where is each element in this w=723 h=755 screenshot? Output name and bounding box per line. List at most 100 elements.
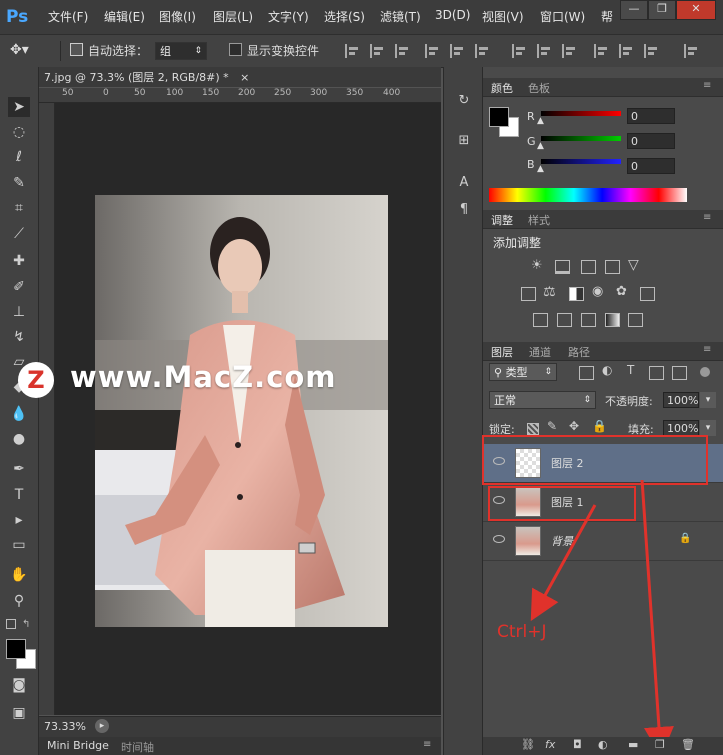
panel-menu-icon[interactable]: ≡ — [703, 344, 711, 355]
threshold-icon[interactable] — [581, 313, 596, 327]
lock-transparent-icon[interactable] — [527, 423, 539, 435]
slider-thumb-icon[interactable]: ▲ — [537, 116, 544, 126]
channel-b-input[interactable]: 0 — [627, 158, 675, 174]
filter-type-icon[interactable]: T — [627, 363, 634, 377]
tab-layers[interactable]: 图层 — [491, 344, 513, 360]
minimize-button[interactable]: — — [620, 0, 648, 20]
pen-tool-icon[interactable]: ✒ — [8, 459, 30, 479]
tab-swatches[interactable]: 色板 — [528, 80, 550, 96]
fill-dropdown-icon[interactable]: ▾ — [700, 420, 716, 436]
dodge-tool-icon[interactable]: ● — [8, 429, 30, 449]
vibrance-icon[interactable]: ▽ — [628, 257, 639, 273]
panel-menu-icon[interactable]: ≡ — [423, 739, 431, 750]
slider-thumb-icon[interactable]: ▲ — [537, 141, 544, 151]
paragraph-icon[interactable]: ¶ — [454, 202, 474, 220]
trash-icon[interactable]: 🗑 — [681, 738, 695, 751]
tab-styles[interactable]: 样式 — [528, 212, 550, 228]
move-tool-icon[interactable]: ✥▾ — [10, 42, 29, 60]
link-layers-icon[interactable]: ⛓ — [521, 738, 535, 751]
color-foreground-swatch[interactable] — [489, 107, 509, 127]
tab-adjustments[interactable]: 调整 — [491, 212, 513, 228]
default-colors-icon[interactable] — [6, 619, 16, 629]
channel-g-slider[interactable] — [541, 136, 621, 141]
tab-color[interactable]: 颜色 — [491, 80, 513, 96]
menu-layer[interactable]: 图层(L) — [213, 8, 253, 26]
show-transform-checkbox[interactable] — [229, 43, 242, 61]
eyedropper-tool-icon[interactable]: ⟋ — [8, 224, 30, 244]
lock-all-icon[interactable]: 🔒 — [592, 419, 607, 433]
layer-style-icon[interactable]: fx — [545, 738, 555, 751]
tab-timeline[interactable]: 时间轴 — [121, 739, 154, 755]
exposure-icon[interactable] — [605, 260, 620, 274]
photo-canvas[interactable] — [95, 195, 388, 627]
layer-filter-kind[interactable]: ⚲ 类型 ⇕ — [489, 363, 557, 381]
panel-menu-icon[interactable]: ≡ — [703, 212, 711, 223]
fill-input[interactable]: 100% — [663, 420, 699, 436]
move-tool-icon[interactable]: ➤ — [8, 97, 30, 117]
screen-mode-icon[interactable]: ▣ — [8, 703, 30, 723]
color-balance-icon[interactable]: ⚖ — [543, 284, 556, 300]
opacity-input[interactable]: 100% — [663, 392, 699, 408]
channel-g-input[interactable]: 0 — [627, 133, 675, 149]
filter-toggle-icon[interactable] — [700, 367, 710, 377]
zoom-level[interactable]: 73.33% — [44, 720, 86, 733]
properties-icon[interactable]: ⊞ — [454, 133, 474, 151]
blur-tool-icon[interactable]: 💧 — [8, 404, 30, 424]
marquee-tool-icon[interactable]: ◌ — [8, 122, 30, 142]
document-tab[interactable]: 7.jpg @ 73.3% (图层 2, RGB/8#) * × — [44, 69, 249, 87]
menu-image[interactable]: 图像(I) — [159, 8, 196, 26]
history-brush-tool-icon[interactable]: ↯ — [8, 327, 30, 347]
align-vcenter-icon[interactable] — [370, 44, 384, 58]
lock-position-icon[interactable]: ✥ — [569, 419, 579, 433]
filter-adjustment-icon[interactable]: ◐ — [602, 363, 612, 377]
menu-window[interactable]: 窗口(W) — [540, 8, 585, 26]
color-spectrum-ramp[interactable] — [489, 188, 687, 202]
shape-tool-icon[interactable]: ▭ — [8, 535, 30, 555]
channel-b-slider[interactable] — [541, 159, 621, 164]
restore-button[interactable]: ❐ — [648, 0, 676, 20]
blend-mode-select[interactable]: 正常 ⇕ — [489, 391, 596, 409]
layer-mask-icon[interactable]: ◘ — [573, 738, 582, 751]
menu-type[interactable]: 文字(Y) — [268, 8, 309, 26]
type-tool-icon[interactable]: T — [8, 485, 30, 505]
distribute-left-icon[interactable] — [594, 44, 608, 58]
distribute-bottom-icon[interactable] — [562, 44, 576, 58]
filter-pixel-icon[interactable] — [579, 366, 594, 380]
align-bottom-icon[interactable] — [395, 44, 409, 58]
tab-mini-bridge[interactable]: Mini Bridge — [47, 739, 109, 752]
slider-thumb-icon[interactable]: ▲ — [537, 164, 544, 174]
posterize-icon[interactable] — [557, 313, 572, 327]
selective-color-icon[interactable] — [628, 313, 643, 327]
channel-r-input[interactable]: 0 — [627, 108, 675, 124]
tab-paths[interactable]: 路径 — [568, 344, 590, 360]
quick-mask-icon[interactable]: ◙ — [8, 675, 30, 695]
quick-select-tool-icon[interactable]: ✎ — [8, 173, 30, 193]
swap-colors-icon[interactable]: ↰ — [22, 619, 30, 630]
photo-filter-icon[interactable]: ◉ — [592, 284, 603, 299]
channel-mixer-icon[interactable]: ✿ — [616, 284, 627, 299]
menu-select[interactable]: 选择(S) — [324, 8, 365, 26]
close-tab-icon[interactable]: × — [240, 71, 249, 84]
close-button[interactable]: ✕ — [676, 0, 716, 20]
channel-r-slider[interactable] — [541, 111, 621, 116]
panel-menu-icon[interactable]: ≡ — [703, 80, 711, 91]
status-info-icon[interactable]: ▸ — [95, 719, 109, 733]
menu-filter[interactable]: 滤镜(T) — [380, 8, 421, 26]
align-top-icon[interactable] — [345, 44, 359, 58]
new-group-icon[interactable]: ▬ — [628, 738, 638, 751]
invert-icon[interactable] — [533, 313, 548, 327]
auto-select-dropdown[interactable]: 组 ⇕ — [155, 42, 207, 60]
hand-tool-icon[interactable]: ✋ — [8, 565, 30, 585]
hue-saturation-icon[interactable] — [521, 287, 536, 301]
align-hcenter-icon[interactable] — [450, 44, 464, 58]
menu-view[interactable]: 视图(V) — [482, 8, 524, 26]
align-left-icon[interactable] — [425, 44, 439, 58]
auto-align-icon[interactable] — [684, 44, 698, 58]
zoom-tool-icon[interactable]: ⚲ — [8, 591, 30, 611]
new-layer-icon[interactable]: ❐ — [655, 738, 665, 751]
brush-tool-icon[interactable]: ✐ — [8, 277, 30, 297]
brightness-icon[interactable]: ☀ — [531, 258, 543, 273]
filter-shape-icon[interactable] — [649, 366, 664, 380]
distribute-hcenter-icon[interactable] — [619, 44, 633, 58]
menu-file[interactable]: 文件(F) — [48, 8, 88, 26]
